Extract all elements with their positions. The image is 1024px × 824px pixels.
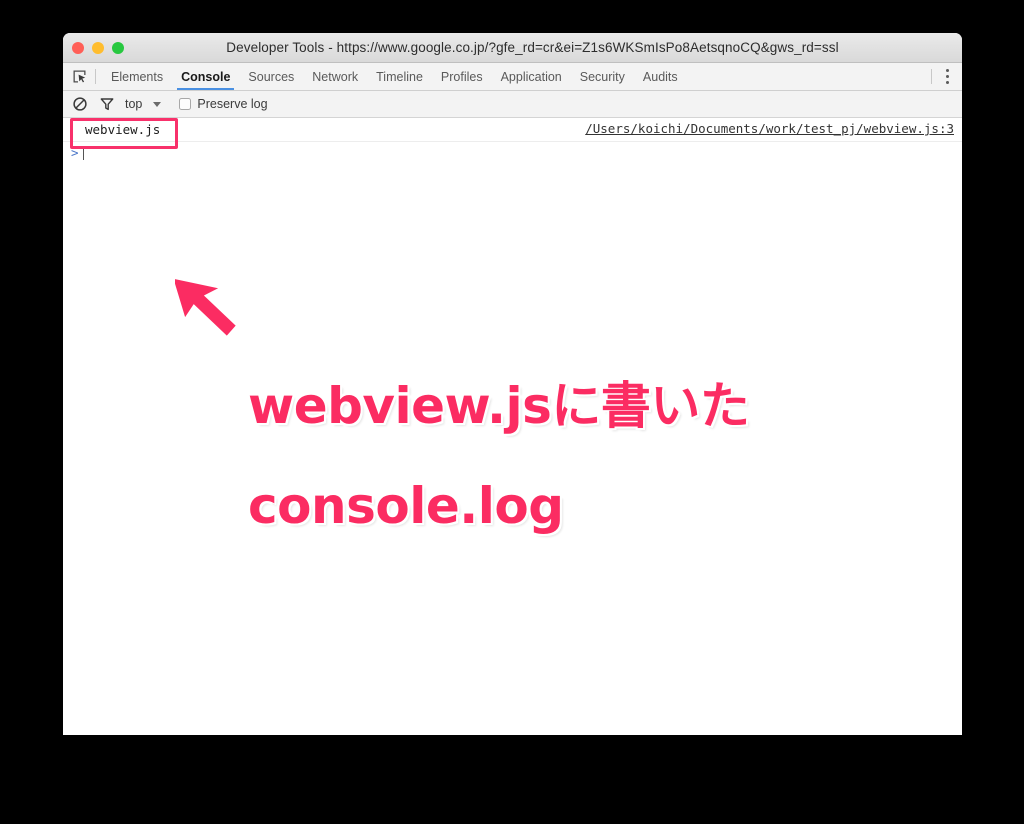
clear-console-button[interactable]: [71, 95, 89, 113]
tab-application[interactable]: Application: [492, 63, 571, 90]
preserve-log-checkbox[interactable]: [179, 98, 192, 110]
tab-bar-right: [931, 63, 962, 90]
kebab-menu-icon: [945, 69, 949, 72]
execution-context-selector[interactable]: top: [125, 97, 162, 111]
devtools-tab-bar: Elements Console Sources Network Timelin…: [63, 63, 962, 91]
filter-funnel-icon: [100, 98, 114, 111]
tab-security[interactable]: Security: [571, 63, 634, 90]
tab-label: Timeline: [376, 69, 423, 84]
inspect-element-button[interactable]: [63, 63, 95, 90]
console-prompt-row[interactable]: >: [63, 142, 962, 164]
tab-label: Console: [181, 69, 231, 84]
inspect-element-icon: [73, 70, 85, 83]
preserve-log-label: Preserve log: [197, 97, 268, 111]
tab-list: Elements Console Sources Network Timelin…: [96, 63, 687, 90]
console-input-caret[interactable]: [82, 146, 84, 160]
kebab-menu-button[interactable]: [932, 63, 962, 90]
tab-label: Application: [500, 69, 562, 84]
annotation-caption-line2: console.log: [248, 477, 564, 535]
clear-console-icon: [73, 97, 87, 111]
console-message-text: webview.js: [85, 122, 161, 137]
annotation-caption-line1: webview.jsに書いた: [248, 377, 750, 435]
tab-console[interactable]: Console: [172, 63, 239, 90]
tab-elements[interactable]: Elements: [102, 63, 172, 90]
window-controls: [72, 33, 124, 62]
preserve-log-toggle[interactable]: Preserve log: [179, 97, 268, 111]
console-body: webview.js /Users/koichi/Documents/work/…: [63, 118, 962, 735]
console-source-link[interactable]: /Users/koichi/Documents/work/test_pj/web…: [585, 121, 954, 136]
console-message-row[interactable]: webview.js /Users/koichi/Documents/work/…: [63, 118, 962, 149]
kebab-menu-icon: [945, 81, 949, 84]
tab-network[interactable]: Network: [303, 63, 367, 90]
window-title: Developer Tools - https://www.google.co.…: [226, 40, 839, 55]
window-title-bar: Developer Tools - https://www.google.co.…: [63, 33, 962, 63]
annotation-arrow: [175, 278, 236, 336]
execution-context-label: top: [125, 97, 143, 111]
maximize-button[interactable]: [112, 41, 124, 54]
close-button[interactable]: [72, 41, 84, 54]
tab-label: Security: [579, 69, 625, 84]
tab-label: Profiles: [440, 69, 483, 84]
tab-profiles[interactable]: Profiles: [432, 63, 492, 90]
tab-audits[interactable]: Audits: [634, 63, 687, 90]
filter-button[interactable]: [98, 95, 116, 113]
tab-label: Elements: [111, 69, 164, 84]
annotation-caption: webview.jsに書いた console.log: [248, 356, 888, 556]
tab-timeline[interactable]: Timeline: [367, 63, 432, 90]
prompt-chevron-icon: >: [71, 144, 79, 160]
tab-label: Audits: [642, 69, 678, 84]
devtools-window: Developer Tools - https://www.google.co.…: [63, 33, 962, 735]
tab-sources[interactable]: Sources: [239, 63, 303, 90]
tab-label: Sources: [248, 69, 295, 84]
minimize-button[interactable]: [92, 41, 104, 54]
console-toolbar: top Preserve log: [63, 91, 962, 118]
kebab-menu-icon: [945, 75, 949, 78]
chevron-down-icon: [153, 101, 162, 107]
tab-label: Network: [312, 69, 359, 84]
